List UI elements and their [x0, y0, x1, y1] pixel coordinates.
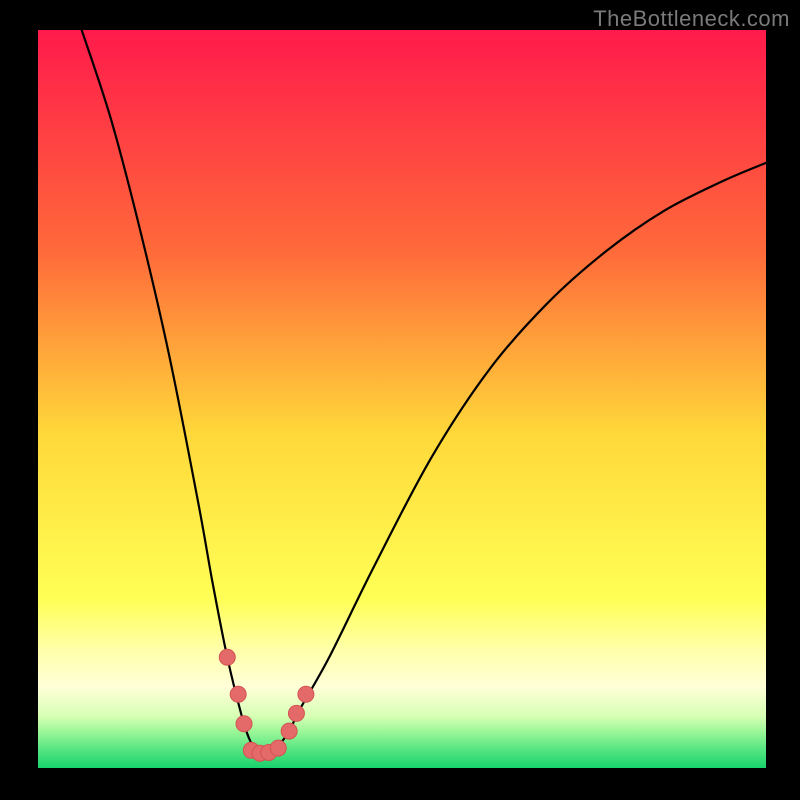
curve-marker — [230, 686, 246, 702]
bottleneck-chart — [0, 0, 800, 800]
chart-frame: { "watermark": "TheBottleneck.com", "cha… — [0, 0, 800, 800]
curve-marker — [219, 649, 235, 665]
curve-marker — [288, 705, 304, 721]
curve-marker — [281, 723, 297, 739]
plot-background — [38, 30, 766, 768]
curve-marker — [298, 686, 314, 702]
watermark-text: TheBottleneck.com — [593, 6, 790, 32]
curve-marker — [236, 716, 252, 732]
curve-marker — [270, 740, 286, 756]
